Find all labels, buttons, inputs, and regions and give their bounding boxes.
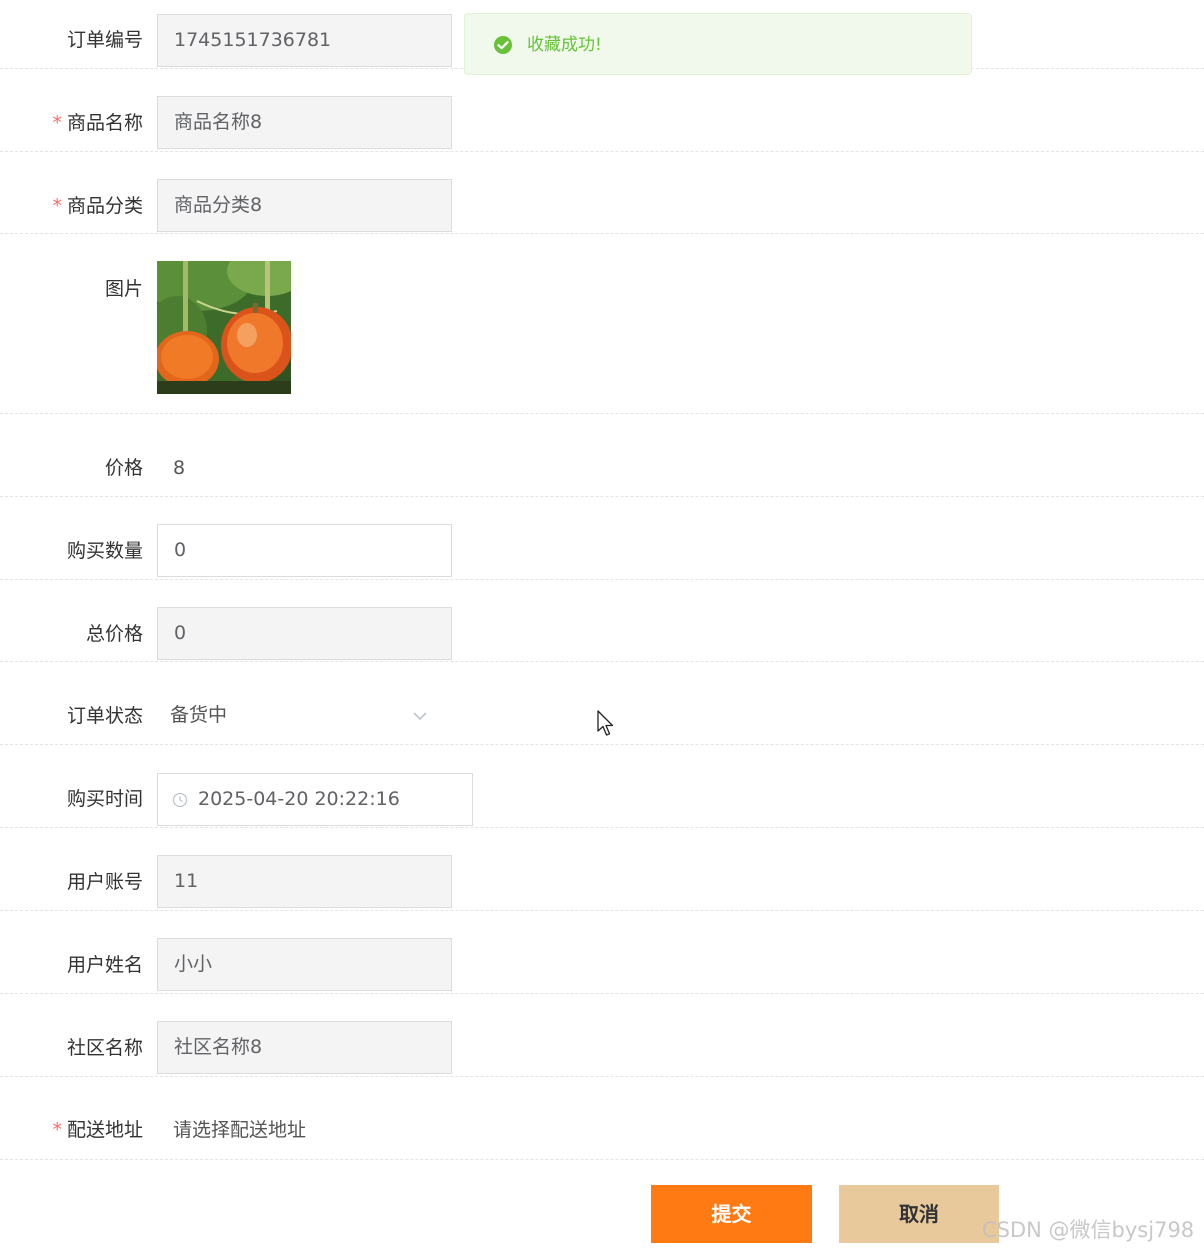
required-mark: * bbox=[52, 1119, 62, 1141]
order-no-label: 订单编号 bbox=[66, 29, 143, 51]
form-row-product-category: * 商品分类 商品分类8 bbox=[0, 152, 1204, 234]
form-row-product-name: * 商品名称 商品名称8 bbox=[0, 69, 1204, 152]
product-category-label: * 商品分类 bbox=[52, 195, 143, 217]
form-row-price: 价格 8 bbox=[0, 414, 1204, 497]
success-toast: 收藏成功! bbox=[464, 13, 972, 75]
mouse-cursor-icon bbox=[597, 710, 614, 736]
product-name-field[interactable]: 商品名称8 bbox=[157, 96, 452, 149]
price-label: 价格 bbox=[104, 457, 143, 479]
quantity-label: 购买数量 bbox=[66, 540, 143, 562]
community-name-field[interactable]: 社区名称8 bbox=[157, 1021, 452, 1074]
order-status-value: 备货中 bbox=[170, 704, 228, 726]
order-no-field[interactable]: 1745151736781 bbox=[157, 14, 452, 67]
user-account-label: 用户账号 bbox=[66, 871, 143, 893]
toast-message: 收藏成功! bbox=[527, 35, 602, 55]
purchase-time-label: 购买时间 bbox=[66, 788, 143, 810]
required-mark: * bbox=[52, 195, 62, 217]
user-account-field[interactable]: 11 bbox=[157, 855, 452, 908]
form-row-community-name: 社区名称 社区名称8 bbox=[0, 994, 1204, 1077]
form-row-user-account: 用户账号 11 bbox=[0, 828, 1204, 911]
form-row-user-name: 用户姓名 小小 bbox=[0, 911, 1204, 994]
image-label: 图片 bbox=[104, 278, 143, 300]
product-category-field[interactable]: 商品分类8 bbox=[157, 179, 452, 232]
chevron-down-icon bbox=[413, 712, 427, 721]
product-name-label: * 商品名称 bbox=[52, 112, 143, 134]
user-name-label: 用户姓名 bbox=[66, 954, 143, 976]
order-form-page: 订单编号 1745151736781 收藏成功! * 商品名称 商品名称8 * 商品… bbox=[0, 0, 1204, 1249]
delivery-address-label: * 配送地址 bbox=[52, 1119, 143, 1141]
clock-icon bbox=[172, 792, 188, 808]
form-row-total-price: 总价格 0 bbox=[0, 580, 1204, 662]
watermark-text: CSDN @微信bysj798 bbox=[982, 1218, 1195, 1242]
form-row-quantity: 购买数量 0 bbox=[0, 497, 1204, 580]
price-value: 8 bbox=[173, 457, 186, 479]
pumpkin-image[interactable] bbox=[157, 261, 291, 394]
user-name-field[interactable]: 小小 bbox=[157, 938, 452, 991]
purchase-time-picker[interactable]: 2025-04-20 20:22:16 bbox=[157, 773, 473, 826]
form-row-delivery-address: * 配送地址 请选择配送地址 bbox=[0, 1077, 1204, 1160]
purchase-time-value: 2025-04-20 20:22:16 bbox=[198, 788, 400, 810]
quantity-input[interactable]: 0 bbox=[157, 524, 452, 577]
order-status-label: 订单状态 bbox=[66, 705, 143, 727]
total-price-field[interactable]: 0 bbox=[157, 607, 452, 660]
cancel-button[interactable]: 取消 bbox=[839, 1185, 999, 1243]
submit-button[interactable]: 提交 bbox=[651, 1185, 812, 1243]
check-circle-icon bbox=[494, 36, 512, 54]
required-mark: * bbox=[52, 112, 62, 134]
community-name-label: 社区名称 bbox=[66, 1037, 143, 1059]
delivery-address-selector[interactable]: 请选择配送地址 bbox=[173, 1118, 306, 1142]
total-price-label: 总价格 bbox=[85, 623, 143, 645]
